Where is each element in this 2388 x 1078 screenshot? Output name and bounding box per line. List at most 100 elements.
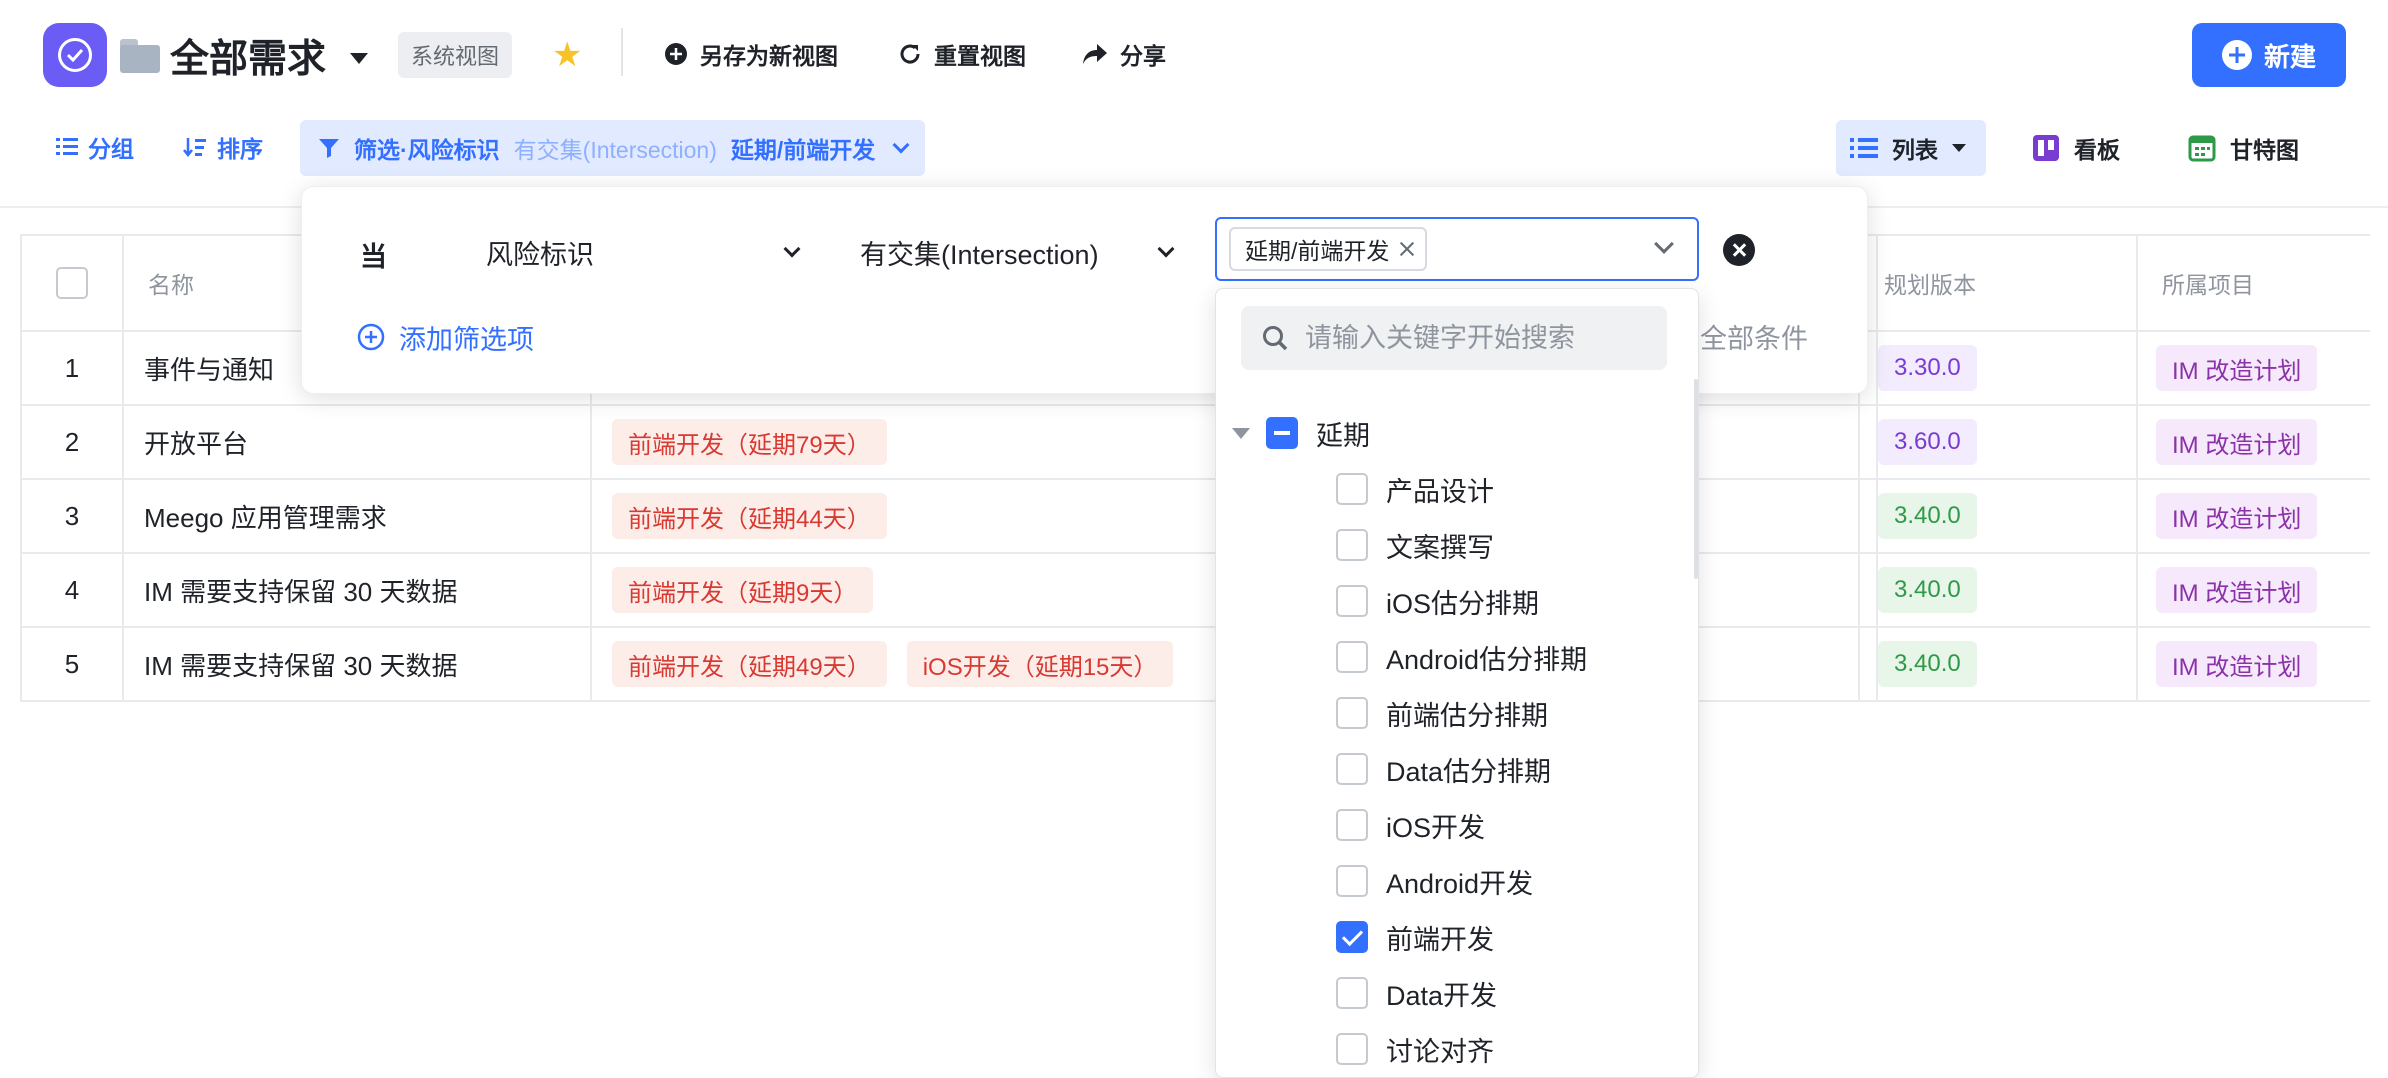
project-tag: IM 改造计划 [2156,641,2318,687]
share-arrow-icon [1083,44,1107,64]
table-row[interactable]: 4 IM 需要支持保留 30 天数据 前端开发（延期9天） 3.40.0 IM 改造计划 [20,554,2370,628]
option-group-delay[interactable]: 延期 [1216,405,1698,461]
dropdown-search [1241,306,1667,370]
option-checkbox[interactable] [1336,977,1368,1009]
option-checkbox[interactable] [1336,641,1368,673]
all-conditions-label[interactable]: 全部条件 [1700,317,1808,356]
share-button[interactable]: 分享 [1082,34,1166,74]
row-index: 3 [20,480,124,552]
option-label: iOS开发 [1386,812,1486,843]
filter-operator-select[interactable]: 有交集(Intersection) [860,227,1180,277]
app-logo-icon[interactable] [43,23,107,87]
option-checkbox[interactable] [1336,809,1368,841]
view-gantt-button[interactable]: 甘特图 [2188,120,2299,176]
option-item[interactable]: 文案撰写 [1216,517,1698,573]
version-tag: 3.60.0 [1878,419,1977,465]
column-header-version[interactable]: 规划版本 [1858,236,2138,330]
row-version-cell: 3.60.0 [1858,406,2138,478]
option-label: Data开发 [1386,980,1498,1011]
column-header-project[interactable]: 所属项目 [2138,236,2370,330]
add-filter-button[interactable]: 添加筛选项 [357,312,534,362]
table-row[interactable]: 5 IM 需要支持保留 30 天数据 前端开发（延期49天） iOS开发（延期15天）… [20,628,2370,702]
row-name[interactable]: 开放平台 [124,406,592,478]
sort-icon [183,138,206,158]
search-icon [1263,326,1288,351]
row-name[interactable]: IM 需要支持保留 30 天数据 [124,554,592,626]
filter-operator-value: 有交集(Intersection) [860,239,1099,270]
option-item[interactable]: 前端估分排期 [1216,685,1698,741]
row-index: 1 [20,332,124,404]
gantt-calendar-icon [2188,135,2216,162]
filter-value-select[interactable]: 延期/前端开发 [1215,217,1699,281]
option-item[interactable]: iOS估分排期 [1216,573,1698,629]
expand-triangle-icon[interactable] [1232,427,1250,439]
row-version-cell: 3.40.0 [1858,554,2138,626]
plus-circle-icon [2221,40,2252,70]
dropdown-search-input[interactable] [1305,322,1645,354]
option-checkbox[interactable] [1336,473,1368,505]
row-project-cell: IM 改造计划 [2138,406,2370,478]
option-item[interactable]: iOS开发 [1216,797,1698,853]
sort-button[interactable]: 排序 [183,124,263,170]
risk-tag: 前端开发（延期49天） [612,641,887,687]
filter-chip-operator: 有交集(Intersection) [513,137,717,163]
option-checkbox[interactable] [1336,865,1368,897]
chevron-down-icon [1654,234,1674,254]
option-label: 文案撰写 [1386,532,1494,563]
option-item[interactable]: Data开发 [1216,965,1698,1021]
filter-field-value: 风险标识 [486,239,594,270]
option-checkbox[interactable] [1336,529,1368,561]
remove-filter-icon[interactable] [1723,234,1755,266]
row-index: 4 [20,554,124,626]
view-title-selector[interactable]: 全部需求 [120,26,369,86]
option-checkbox[interactable] [1336,921,1368,953]
view-gantt-label: 甘特图 [2230,137,2299,163]
risk-tag: iOS开发（延期15天） [906,641,1174,687]
filter-value-dropdown: 延期产品设计文案撰写 iOS估分排期 Android估分排期前端估分排期 Data估分… [1215,288,1699,1078]
version-tag: 3.40.0 [1878,641,1977,687]
selected-value-tag: 延期/前端开发 [1229,227,1428,271]
active-filter-chip[interactable]: 筛选·风险标识 有交集(Intersection) 延期/前端开发 [300,120,926,176]
reset-view-label: 重置视图 [934,43,1026,69]
option-label: 讨论对齐 [1386,1036,1494,1067]
group-button[interactable]: 分组 [56,124,134,170]
option-checkbox[interactable] [1336,1033,1368,1065]
filter-funnel-icon [319,139,339,158]
save-as-view-label: 另存为新视图 [700,43,838,69]
add-filter-label: 添加筛选项 [399,324,534,355]
table-row[interactable]: 2 开放平台 前端开发（延期79天） 3.60.0 IM 改造计划 [20,406,2370,480]
option-checkbox[interactable] [1336,697,1368,729]
row-name[interactable]: IM 需要支持保留 30 天数据 [124,628,592,700]
new-button[interactable]: 新建 [2192,23,2346,87]
row-project-cell: IM 改造计划 [2138,628,2370,700]
reset-view-button[interactable]: 重置视图 [898,34,1026,74]
save-as-view-button[interactable]: 另存为新视图 [664,34,838,74]
group-checkbox[interactable] [1266,417,1298,449]
row-name[interactable]: Meego 应用管理需求 [124,480,592,552]
option-label: Android估分排期 [1386,644,1588,675]
option-item[interactable]: 产品设计 [1216,461,1698,517]
remove-tag-icon[interactable] [1399,241,1415,257]
option-item[interactable]: 前端开发 [1216,909,1698,965]
option-checkbox[interactable] [1336,753,1368,785]
option-checkbox[interactable] [1336,585,1368,617]
option-item[interactable]: Data估分排期 [1216,741,1698,797]
option-item[interactable]: Android开发 [1216,853,1698,909]
row-index: 5 [20,628,124,700]
chevron-down-icon [892,136,910,154]
filter-field-select[interactable]: 风险标识 [486,227,806,277]
check-circle-icon [58,38,92,72]
system-view-badge: 系统视图 [398,32,513,78]
favorite-star-icon[interactable]: ★ [552,36,582,74]
select-all-checkbox[interactable] [56,267,88,299]
version-tag: 3.40.0 [1878,567,1977,613]
option-item[interactable]: 讨论对齐 [1216,1021,1698,1077]
version-tag: 3.30.0 [1878,345,1977,391]
page-title: 全部需求 [170,38,327,81]
view-list-button[interactable]: 列表 [1836,120,1986,176]
table-row[interactable]: 3 Meego 应用管理需求 前端开发（延期44天） 3.40.0 IM 改造计划 [20,480,2370,554]
option-item[interactable]: Android估分排期 [1216,629,1698,685]
selected-value-label: 延期/前端开发 [1245,238,1390,264]
folder-icon [120,39,160,73]
view-kanban-button[interactable]: 看板 [2032,120,2120,176]
